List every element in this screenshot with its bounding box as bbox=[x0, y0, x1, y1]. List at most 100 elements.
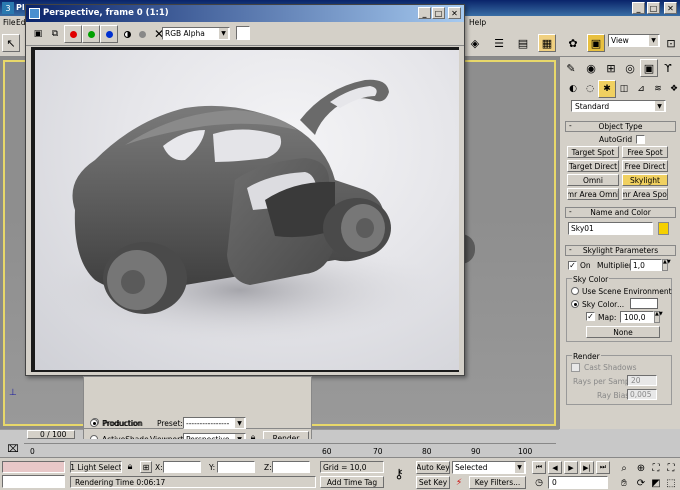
display-tab-icon[interactable]: ▣ bbox=[640, 59, 658, 77]
mr-area-spot-button[interactable]: mr Area Spot bbox=[622, 188, 668, 200]
copy-icon[interactable]: ⧉ bbox=[46, 25, 64, 43]
render-frame-window[interactable]: Perspective, frame 0 (1:1) _ □ ✕ ▣ ⧉ ✕ R… bbox=[25, 4, 465, 376]
render-window-titlebar[interactable]: Perspective, frame 0 (1:1) _ □ ✕ bbox=[26, 5, 464, 22]
spinner-arrows-icon[interactable]: ▲▼ bbox=[662, 259, 671, 271]
autogrid-checkbox[interactable] bbox=[636, 135, 645, 144]
ray-bias-spinner[interactable]: 0,005 bbox=[627, 389, 657, 400]
sky-color-radio[interactable] bbox=[571, 300, 579, 308]
tick-label-0: 0 bbox=[30, 447, 35, 456]
helpers-icon[interactable]: ⊿ bbox=[632, 80, 650, 98]
curve-editor-icon[interactable]: ▦ bbox=[538, 34, 556, 52]
goto-end-button[interactable]: ⏭︎ bbox=[596, 461, 610, 474]
red-channel-button[interactable] bbox=[64, 25, 82, 43]
save-icon[interactable]: ▣ bbox=[29, 25, 47, 43]
map-none-button[interactable]: None bbox=[586, 326, 660, 338]
create-tab-icon[interactable]: ✎ bbox=[562, 59, 580, 77]
add-time-tag-button[interactable]: Add Time Tag bbox=[320, 476, 384, 488]
render-close-button[interactable]: ✕ bbox=[448, 7, 461, 19]
mr-area-omni-button[interactable]: mr Area Omni bbox=[567, 188, 619, 200]
skylight-params-rollout-header[interactable]: - Skylight Parameters bbox=[565, 245, 676, 256]
rays-per-sample-spinner[interactable]: 20 bbox=[627, 375, 657, 386]
current-frame-input[interactable]: 0 bbox=[548, 476, 608, 489]
key-filters-button[interactable]: Key Filters... bbox=[469, 476, 526, 489]
lights-icon[interactable]: ✱ bbox=[598, 80, 616, 98]
layer-manager-icon[interactable]: ☰ bbox=[490, 34, 508, 52]
motion-tab-icon[interactable]: ◎ bbox=[621, 59, 639, 77]
maximize-button[interactable]: □ bbox=[647, 2, 660, 14]
green-channel-button[interactable] bbox=[82, 25, 100, 43]
track-bar[interactable]: ⌧ 0 60 70 80 90 100 bbox=[0, 439, 559, 457]
paint-bucket-icon[interactable]: ◈ bbox=[466, 34, 484, 52]
key-mode-dropdown[interactable]: Selected ▼ bbox=[452, 461, 526, 474]
pan-icon[interactable]: ✋︎ bbox=[615, 474, 633, 490]
set-key-button[interactable]: Set Key bbox=[416, 476, 450, 489]
use-scene-env-radio[interactable] bbox=[571, 287, 579, 295]
target-spot-button[interactable]: Target Spot bbox=[567, 146, 619, 158]
channel-dropdown[interactable]: RGB Alpha ▼ bbox=[162, 27, 230, 40]
render-minimize-button[interactable]: _ bbox=[418, 7, 431, 19]
play-button[interactable]: ▶ bbox=[564, 461, 578, 474]
background-color-swatch[interactable] bbox=[236, 26, 250, 40]
z-coordinate-input[interactable] bbox=[272, 461, 310, 473]
key-icon[interactable]: ⚷ bbox=[390, 465, 408, 483]
name-color-title: Name and Color bbox=[590, 208, 651, 217]
object-type-rollout-header[interactable]: - Object Type bbox=[565, 121, 676, 132]
absolute-mode-icon[interactable]: ⊞ bbox=[140, 461, 152, 473]
view-dropdown[interactable]: View ▼ bbox=[608, 34, 660, 47]
maxscript-listener-bottom[interactable] bbox=[2, 475, 65, 488]
object-name-input[interactable]: Sky01 bbox=[568, 222, 653, 235]
modify-tab-icon[interactable]: ◉ bbox=[582, 59, 600, 77]
shapes-icon[interactable]: ◌ bbox=[581, 80, 599, 98]
key-filter-icon[interactable]: ⚡︎ bbox=[452, 476, 466, 489]
material-editor-icon[interactable]: ✿ bbox=[564, 34, 582, 52]
quick-render-icon[interactable]: ⊡ bbox=[662, 34, 680, 52]
category-dropdown[interactable]: Standard ▼ bbox=[571, 100, 666, 112]
selection-lock-icon[interactable]: 🔒︎ bbox=[124, 460, 136, 474]
menu-help[interactable]: Help bbox=[469, 18, 486, 27]
track-bar-toggle-icon[interactable]: ⌧ bbox=[4, 440, 22, 458]
object-color-swatch[interactable] bbox=[658, 222, 669, 235]
systems-icon[interactable]: ❖ bbox=[665, 80, 680, 98]
close-button[interactable]: ✕ bbox=[664, 2, 677, 14]
blue-channel-icon bbox=[105, 30, 113, 38]
cast-shadows-checkbox[interactable] bbox=[571, 363, 580, 372]
on-checkbox[interactable]: ✓ bbox=[568, 261, 577, 270]
x-coordinate-input[interactable] bbox=[163, 461, 201, 473]
geometry-icon[interactable]: ◐ bbox=[564, 80, 582, 98]
map-checkbox[interactable]: ✓ bbox=[586, 312, 595, 321]
cameras-icon[interactable]: ◫ bbox=[615, 80, 633, 98]
schematic-icon[interactable]: ▤ bbox=[514, 34, 532, 52]
preset-dropdown[interactable]: ---------------- ▼ bbox=[183, 417, 246, 429]
sky-color-swatch[interactable] bbox=[630, 298, 658, 309]
blue-channel-button[interactable] bbox=[100, 25, 118, 43]
free-direct-button[interactable]: Free Direct bbox=[622, 160, 668, 172]
name-color-rollout-header[interactable]: - Name and Color bbox=[565, 207, 676, 218]
target-direct-button[interactable]: Target Direct bbox=[567, 160, 619, 172]
time-config-icon[interactable]: ◷ bbox=[532, 476, 546, 489]
map-amount-value: 100,0 bbox=[624, 312, 646, 322]
y-coordinate-input[interactable] bbox=[217, 461, 255, 473]
render-maximize-button[interactable]: □ bbox=[432, 7, 445, 19]
goto-start-button[interactable]: ⏮︎ bbox=[532, 461, 546, 474]
production-radio-2[interactable] bbox=[90, 419, 98, 427]
prev-frame-button[interactable]: ◀ bbox=[548, 461, 562, 474]
sky-color-group-label: Sky Color bbox=[572, 275, 610, 284]
menu-file[interactable]: File bbox=[3, 18, 16, 27]
maximize-viewport-icon[interactable]: ⬚ bbox=[662, 474, 680, 490]
spinner-arrows-icon[interactable]: ▲▼ bbox=[654, 311, 663, 323]
maxscript-listener-top[interactable] bbox=[2, 461, 65, 473]
free-spot-button[interactable]: Free Spot bbox=[622, 146, 668, 158]
hierarchy-tab-icon[interactable]: ⊞ bbox=[602, 59, 620, 77]
alpha-channel-icon[interactable] bbox=[133, 25, 151, 43]
chevron-down-icon: ▼ bbox=[235, 418, 244, 428]
map-amount-spinner[interactable]: 100,0 bbox=[620, 311, 654, 323]
select-arrow-icon[interactable]: ↖ bbox=[2, 34, 20, 52]
auto-key-button[interactable]: Auto Key bbox=[416, 461, 450, 474]
multiplier-spinner[interactable]: 1,0 bbox=[630, 259, 662, 271]
minimize-button[interactable]: _ bbox=[632, 2, 645, 14]
next-frame-button[interactable]: ▶︎| bbox=[580, 461, 594, 474]
utilities-tab-icon[interactable]: ϒ bbox=[659, 59, 677, 77]
render-scene-icon[interactable]: ▣ bbox=[587, 34, 605, 52]
omni-button[interactable]: Omni bbox=[567, 174, 619, 186]
skylight-button[interactable]: Skylight bbox=[622, 174, 668, 186]
